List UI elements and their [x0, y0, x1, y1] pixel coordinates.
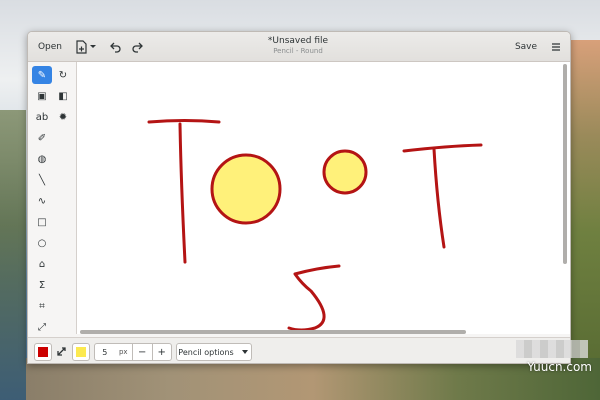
tool-size-spinbutton: 5 px − +: [94, 343, 172, 361]
tool-color-picker-button[interactable]: ✐: [32, 129, 52, 147]
tool-filters-button[interactable]: ✹: [53, 108, 73, 126]
drawing-surface: [147, 119, 483, 332]
wallpaper-cliff-left: [0, 110, 26, 400]
secondary-color-swatch: [76, 347, 86, 357]
save-button[interactable]: Save: [512, 38, 540, 56]
redo-icon: [132, 42, 143, 53]
tool-rectangle-button[interactable]: □: [32, 213, 52, 231]
paint-bucket-icon: ◍: [37, 153, 47, 165]
undo-icon: [110, 42, 121, 53]
main-color-button[interactable]: [34, 343, 52, 361]
tool-paint-bucket-button[interactable]: ◍: [32, 150, 52, 168]
bottom-options-bar: 5 px − + Pencil options: [28, 337, 570, 363]
tools-panel: ✎ ↻ ▣ ◧ ab ✹ ✐ ◍ ╲ ∿ □ ○ ⌂ Σ ⌗ ⤢: [28, 62, 76, 334]
tool-scale-button[interactable]: ⤢: [32, 318, 52, 336]
headerbar: Open *Unsaved file Pencil - Round Save: [28, 32, 570, 62]
curve-icon: ∿: [37, 195, 47, 207]
drawing-canvas[interactable]: [76, 62, 570, 334]
drawn-stroke-t2-stem: [432, 147, 446, 249]
tool-rectangle-select-button[interactable]: ▣: [32, 87, 52, 105]
tool-mirror-button[interactable]: ◧: [53, 87, 73, 105]
size-increase-button[interactable]: +: [151, 344, 172, 360]
tool-size-unit: px: [118, 348, 128, 356]
tool-circle-button[interactable]: ○: [32, 234, 52, 252]
tool-text-button[interactable]: ab: [32, 108, 52, 126]
drawn-stroke-five: [287, 264, 341, 332]
tool-crop-button[interactable]: ⌗: [32, 297, 52, 315]
watermark-text: Yuucn.com: [527, 360, 592, 374]
drawn-stroke-t2-bar: [402, 143, 483, 153]
color-picker-icon: ✐: [37, 132, 47, 144]
undo-button[interactable]: [108, 38, 124, 56]
tool-refresh-button[interactable]: ↻: [53, 66, 73, 84]
wallpaper-cliff-right: [570, 40, 600, 360]
hamburger-menu-icon: [552, 43, 560, 51]
rectangle-icon: □: [37, 216, 47, 228]
drawn-stroke-t1-stem: [178, 122, 187, 264]
drawn-circle-small: [322, 149, 368, 195]
main-menu-button[interactable]: [546, 38, 566, 56]
circle-icon: ○: [37, 237, 47, 249]
text-icon: ab: [35, 111, 49, 123]
drawn-stroke-t1-bar: [147, 119, 221, 124]
pencil-options-menu-button[interactable]: Pencil options: [176, 343, 252, 361]
pencil-icon: ✎: [37, 69, 47, 81]
tool-size-value[interactable]: 5: [95, 348, 114, 357]
redo-button[interactable]: [129, 38, 145, 56]
tool-freehand-select-button[interactable]: Σ: [32, 276, 52, 294]
secondary-color-button[interactable]: [72, 343, 90, 361]
tool-free-shape-button[interactable]: ⌂: [32, 255, 52, 273]
tool-curve-button[interactable]: ∿: [32, 192, 52, 210]
document-save-as-icon: [76, 40, 96, 54]
save-as-button[interactable]: [73, 38, 99, 56]
tool-line-button[interactable]: ╲: [32, 171, 52, 189]
swap-colors-icon: [57, 347, 66, 356]
crop-icon: ⌗: [39, 300, 45, 312]
tool-pencil-button[interactable]: ✎: [32, 66, 52, 84]
freehand-select-icon: Σ: [38, 279, 46, 291]
scale-icon: ⤢: [38, 321, 46, 333]
exchange-colors-button[interactable]: [53, 343, 71, 361]
horizontal-scrollbar[interactable]: [80, 330, 466, 334]
size-decrease-button[interactable]: −: [132, 344, 152, 360]
main-color-swatch: [38, 347, 48, 357]
window-title: *Unsaved file: [267, 36, 329, 46]
pixelated-overlay: [516, 340, 588, 358]
rectangle-select-icon: ▣: [37, 90, 47, 102]
mirror-icon: ◧: [58, 90, 68, 102]
chevron-down-icon: [241, 350, 248, 354]
refresh-icon: ↻: [58, 69, 68, 81]
line-icon: ╲: [38, 174, 46, 186]
drawing-app-window: Open *Unsaved file Pencil - Round Save ✎…: [27, 31, 571, 364]
pencil-options-label: Pencil options: [178, 347, 234, 357]
open-button[interactable]: Open: [34, 38, 66, 56]
drawn-circle-large: [210, 153, 282, 225]
filters-icon: ✹: [58, 111, 68, 123]
vertical-scrollbar[interactable]: [563, 64, 567, 264]
window-subtitle: Pencil - Round: [273, 47, 323, 55]
free-shape-icon: ⌂: [38, 258, 46, 270]
